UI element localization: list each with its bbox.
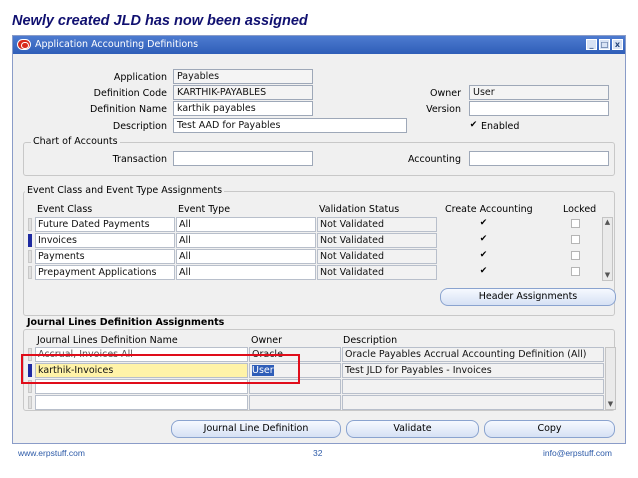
window-titlebar[interactable]: Application Accounting Definitions _ □ x (13, 36, 625, 54)
col-event-class: Event Class (37, 204, 93, 215)
scroll-up-icon[interactable]: ▲ (603, 218, 612, 227)
window-title: Application Accounting Definitions (35, 39, 199, 50)
event-row-1-class[interactable]: Future Dated Payments (35, 217, 175, 232)
accounting-field[interactable] (469, 151, 609, 166)
definition-code-field[interactable]: KARTHIK-PAYABLES (173, 85, 313, 100)
maximize-button[interactable]: □ (599, 39, 610, 50)
jld-row-4-description[interactable] (342, 395, 604, 410)
transaction-field[interactable] (173, 151, 313, 166)
jld-scroll-down-icon[interactable]: ▼ (606, 400, 615, 409)
event-row-2-locked-checkbox[interactable] (571, 235, 580, 244)
enabled-label: Enabled (481, 121, 520, 132)
event-row-4-locked-checkbox[interactable] (571, 267, 580, 276)
owner-field[interactable]: User (469, 85, 609, 100)
event-row-4-selector[interactable] (28, 266, 32, 279)
col-locked: Locked (563, 204, 597, 215)
event-row-4-create-accounting-checkbox[interactable]: ✔ (479, 267, 488, 276)
oracle-logo-icon (17, 39, 31, 50)
jld-row-4-owner[interactable] (249, 395, 341, 410)
footer-website: www.erpstuff.com (18, 448, 85, 458)
event-row-1-type[interactable]: All (176, 217, 316, 232)
validate-button[interactable]: Validate (346, 420, 479, 438)
description-field[interactable]: Test AAD for Payables (173, 118, 407, 133)
chart-of-accounts-title: Chart of Accounts (31, 136, 120, 147)
event-row-4-status[interactable]: Not Validated (317, 265, 437, 280)
event-row-2-type[interactable]: All (176, 233, 316, 248)
application-field[interactable]: Payables (173, 69, 313, 84)
definition-code-label: Definition Code (93, 88, 167, 99)
event-scrollbar[interactable]: ▲ ▼ (602, 217, 613, 281)
transaction-label: Transaction (112, 154, 167, 165)
accounting-label: Accounting (407, 154, 461, 165)
event-assignments-title: Event Class and Event Type Assignments (25, 185, 225, 196)
col-create-accounting: Create Accounting (445, 204, 533, 215)
event-row-3-class[interactable]: Payments (35, 249, 175, 264)
event-row-1-status[interactable]: Not Validated (317, 217, 437, 232)
definition-name-label: Definition Name (89, 104, 167, 115)
col-validation-status: Validation Status (319, 204, 400, 215)
col-event-type: Event Type (178, 204, 231, 215)
event-row-2-status[interactable]: Not Validated (317, 233, 437, 248)
copy-button[interactable]: Copy (484, 420, 615, 438)
event-row-3-selector[interactable] (28, 250, 32, 263)
jld-scrollbar[interactable]: ▼ (605, 347, 616, 410)
event-row-1-selector[interactable] (28, 218, 32, 231)
version-label: Version (426, 104, 461, 115)
event-row-4-type[interactable]: All (176, 265, 316, 280)
jld-assignments-title: Journal Lines Definition Assignments (25, 317, 227, 328)
jld-row-2-description[interactable]: Test JLD for Payables - Invoices (342, 363, 604, 378)
minimize-button[interactable]: _ (586, 39, 597, 50)
col-jld-description: Description (343, 335, 398, 346)
enabled-checkbox[interactable]: ✔ (469, 121, 478, 130)
event-row-4-class[interactable]: Prepayment Applications (35, 265, 175, 280)
col-jld-name: Journal Lines Definition Name (37, 335, 178, 346)
col-jld-owner: Owner (251, 335, 283, 346)
event-row-3-status[interactable]: Not Validated (317, 249, 437, 264)
owner-label: Owner (429, 88, 461, 99)
jld-row-4-selector[interactable] (28, 396, 32, 409)
footer-email: info@erpstuff.com (543, 448, 612, 458)
jld-row-4-name[interactable] (35, 395, 248, 410)
scroll-down-icon[interactable]: ▼ (603, 271, 612, 280)
event-row-2-selector[interactable] (28, 234, 32, 247)
event-row-1-create-accounting-checkbox[interactable]: ✔ (479, 219, 488, 228)
event-row-3-create-accounting-checkbox[interactable]: ✔ (479, 251, 488, 260)
journal-line-definition-button[interactable]: Journal Line Definition (171, 420, 341, 438)
version-field[interactable] (469, 101, 609, 116)
close-button[interactable]: x (612, 39, 623, 50)
event-row-1-locked-checkbox[interactable] (571, 219, 580, 228)
header-assignments-button[interactable]: Header Assignments (440, 288, 616, 306)
footer-page-number: 32 (313, 448, 323, 458)
application-label: Application (113, 72, 167, 83)
jld-row-1-description[interactable]: Oracle Payables Accrual Accounting Defin… (342, 347, 604, 362)
event-row-2-create-accounting-checkbox[interactable]: ✔ (479, 235, 488, 244)
event-row-2-class[interactable]: Invoices (35, 233, 175, 248)
definition-name-field[interactable]: karthik payables (173, 101, 313, 116)
event-row-3-locked-checkbox[interactable] (571, 251, 580, 260)
accounting-definitions-window: Application Accounting Definitions _ □ x… (12, 35, 626, 444)
jld-row-3-description[interactable] (342, 379, 604, 394)
description-label: Description (112, 121, 167, 132)
slide-title: Newly created JLD has now been assigned (12, 13, 308, 29)
highlight-box (21, 354, 300, 384)
event-row-3-type[interactable]: All (176, 249, 316, 264)
